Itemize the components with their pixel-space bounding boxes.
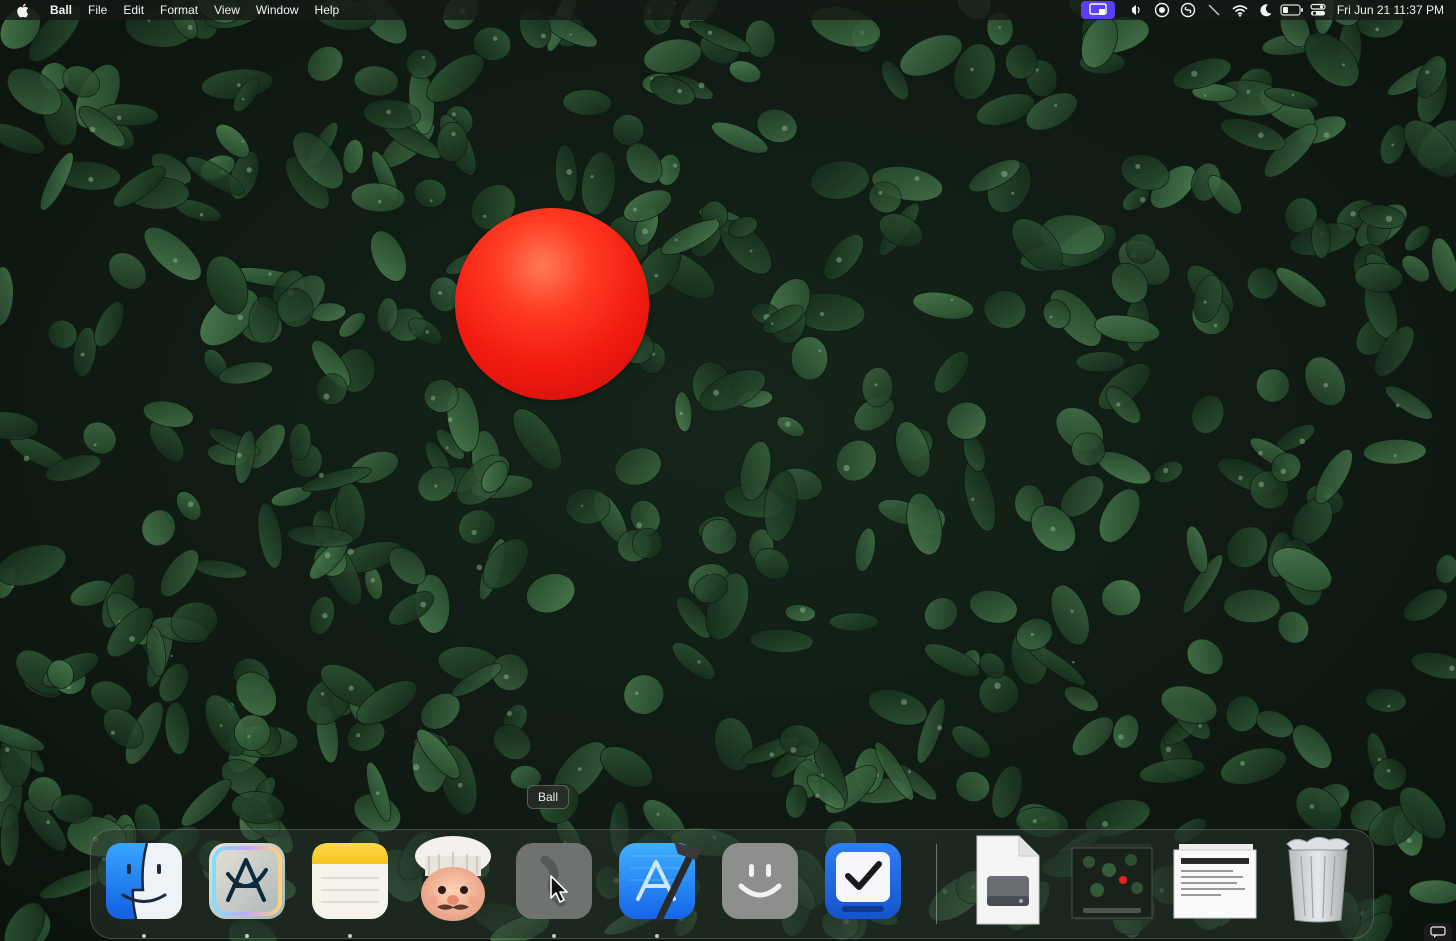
menu-window[interactable]: Window [248, 0, 307, 20]
dock-item-screenshot-stack[interactable] [1069, 840, 1155, 922]
screen-mirroring-icon[interactable] [1080, 1, 1115, 19]
apple-menu-icon[interactable] [14, 2, 30, 18]
dock-item-tasks[interactable] [822, 840, 904, 922]
dock-item-xcode[interactable] [616, 834, 708, 938]
script-editor-icon [209, 843, 285, 919]
battery-icon[interactable] [1279, 0, 1305, 20]
menu-view[interactable]: View [206, 0, 248, 20]
dock-item-trash[interactable] [1277, 834, 1359, 926]
dock-item-script-editor[interactable] [206, 840, 288, 938]
running-indicator [142, 934, 146, 938]
disk-image-icon [976, 835, 1040, 925]
xcode-icon [619, 842, 702, 922]
trash-full-icon [1286, 836, 1350, 923]
wallpaper-leaves [0, 0, 1456, 941]
menu-format[interactable]: Format [152, 0, 206, 20]
notes-icon [312, 843, 388, 919]
menubar-clock[interactable]: Fri Jun 21 11:37 PM [1331, 3, 1450, 17]
dock-item-notes[interactable] [309, 840, 391, 938]
chat-bubble-icon[interactable] [1424, 923, 1452, 941]
running-indicator [245, 934, 249, 938]
menu-bar: Ball File Edit Format View Window Help F… [0, 0, 1456, 20]
running-indicator [655, 934, 659, 938]
status-area: Fri Jun 21 11:37 PM [1080, 0, 1450, 20]
dock-item-smile[interactable] [719, 840, 801, 922]
chef-icon [415, 836, 491, 921]
dock-item-ball[interactable] [513, 840, 595, 938]
focus-icon[interactable] [1123, 0, 1149, 20]
dock-item-disk-image[interactable] [971, 834, 1045, 926]
desktop: Ball File Edit Format View Window Help F… [0, 0, 1456, 941]
dock-item-document-stack[interactable] [1171, 840, 1259, 922]
menu-file[interactable]: File [80, 0, 115, 20]
tasks-checkbox-icon [825, 843, 901, 919]
document-stack-icon [1173, 844, 1257, 919]
menu-edit[interactable]: Edit [115, 0, 152, 20]
running-indicator [348, 934, 352, 938]
record-icon[interactable] [1149, 0, 1175, 20]
finder-icon [106, 842, 182, 920]
screenshot-stack-icon [1071, 844, 1153, 920]
red-ball[interactable] [455, 208, 649, 400]
moon-icon[interactable] [1253, 0, 1279, 20]
wifi-icon[interactable] [1227, 0, 1253, 20]
dock-item-chef[interactable] [407, 834, 499, 924]
dock-item-finder[interactable] [103, 840, 185, 938]
running-indicator [552, 934, 556, 938]
dock-separator [936, 844, 937, 924]
dock-tooltip: Ball [527, 785, 570, 809]
mouse-cursor-icon [550, 875, 568, 903]
slash-icon[interactable] [1201, 0, 1227, 20]
dock [90, 829, 1374, 939]
shazam-icon[interactable] [1175, 0, 1201, 20]
menu-help[interactable]: Help [307, 0, 348, 20]
control-center-icon[interactable] [1305, 0, 1331, 20]
menu-app-name[interactable]: Ball [42, 0, 80, 20]
smile-app-icon [722, 843, 798, 919]
